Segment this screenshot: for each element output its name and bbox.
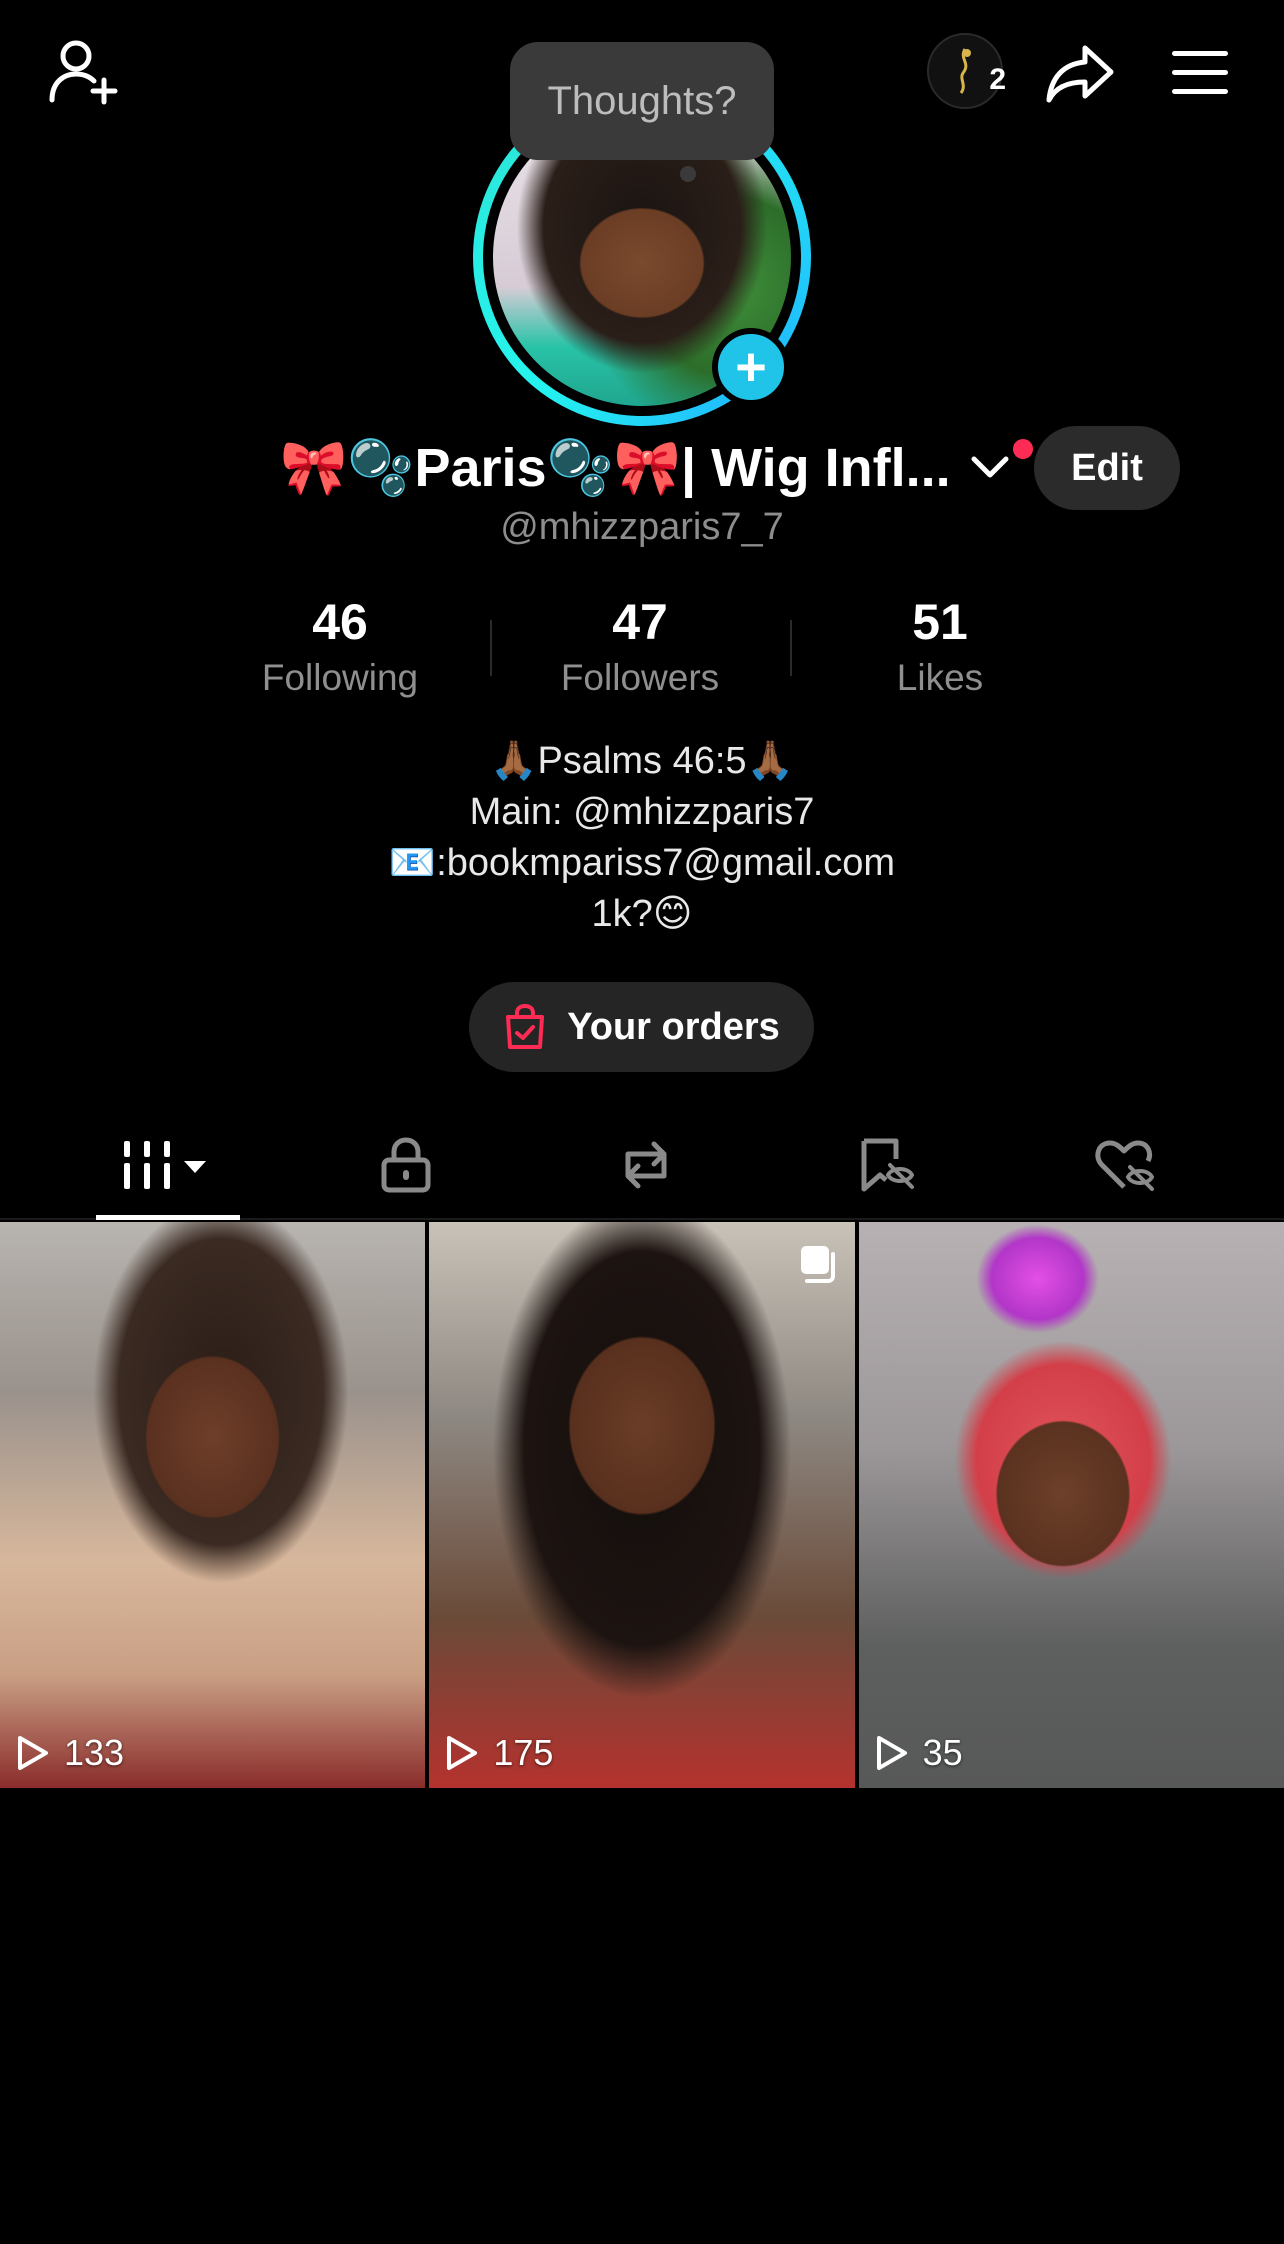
shopping-bag-icon bbox=[506, 1003, 545, 1049]
video-tile[interactable]: 175 bbox=[429, 1222, 855, 1788]
share-icon bbox=[1046, 45, 1114, 103]
video-tile[interactable]: 133 bbox=[0, 1222, 426, 1788]
repost-icon bbox=[625, 1141, 667, 1189]
display-name: 🎀🫧Paris🫧🎀| Wig Infl... bbox=[280, 437, 951, 498]
play-icon bbox=[18, 1736, 48, 1770]
menu-button[interactable] bbox=[1155, 28, 1245, 118]
bio-line[interactable]: Main: @mhizzparis7 bbox=[0, 787, 1284, 838]
thoughts-bubble-tail bbox=[680, 166, 696, 182]
add-friend-button[interactable] bbox=[40, 26, 130, 116]
multi-photo-icon bbox=[800, 1246, 835, 1283]
bio-line: 🙏🏾Psalms 46:5🙏🏾 bbox=[490, 740, 794, 782]
tab-favorites[interactable] bbox=[766, 1110, 1006, 1220]
stat-following[interactable]: 46 Following bbox=[190, 590, 490, 700]
tab-videos[interactable] bbox=[46, 1110, 286, 1220]
your-orders-button[interactable]: Your orders bbox=[469, 982, 814, 1072]
video-tile[interactable]: 35 bbox=[858, 1222, 1284, 1788]
plays-count: 133 bbox=[64, 1732, 125, 1773]
menu-icon bbox=[1172, 51, 1228, 94]
profile-stats: 46 Following 47 Followers 51 Likes bbox=[190, 590, 1090, 700]
notification-dot bbox=[1012, 439, 1033, 459]
bio: 🙏🏾Psalms 46:5🙏🏾 Main: @mhizzparis7 📧:boo… bbox=[0, 736, 1284, 940]
stat-label: Likes bbox=[896, 657, 984, 698]
badge-count: 2 bbox=[989, 63, 1007, 96]
stat-likes[interactable]: 51 Likes bbox=[790, 590, 1090, 700]
edit-label: Edit bbox=[1071, 446, 1143, 489]
username: @mhizzparis7_7 bbox=[500, 506, 784, 548]
tab-liked[interactable] bbox=[1006, 1110, 1246, 1220]
share-profile-button[interactable] bbox=[1035, 28, 1125, 118]
orders-label: Your orders bbox=[567, 1005, 780, 1048]
play-count: 133 bbox=[16, 1732, 124, 1774]
profile-screen: 2 + Thoughts? 🎀🫧Paris🫧🎀| Wig Infl... Edi… bbox=[0, 0, 1284, 2244]
thoughts-label: Thoughts? bbox=[547, 78, 737, 123]
tab-reposts[interactable] bbox=[526, 1110, 766, 1220]
stat-value: 47 bbox=[612, 594, 668, 650]
play-icon bbox=[876, 1736, 907, 1770]
badge-logo-icon: 2 bbox=[927, 33, 1006, 109]
heart-hidden-icon bbox=[1095, 1140, 1155, 1191]
play-count: 35 bbox=[875, 1732, 963, 1774]
edit-profile-button[interactable]: Edit bbox=[1034, 426, 1180, 510]
stat-label: Followers bbox=[560, 657, 720, 698]
bio-line: 1k?😊 bbox=[591, 893, 693, 935]
stat-value: 51 bbox=[912, 594, 968, 650]
tab-private[interactable] bbox=[286, 1110, 526, 1220]
add-story-plus-icon[interactable]: + bbox=[712, 328, 790, 406]
content-tabs bbox=[0, 1110, 1284, 1220]
plays-count: 35 bbox=[922, 1732, 963, 1773]
grid-icon bbox=[124, 1141, 206, 1189]
bio-line: 📧:bookmpariss7@gmail.com bbox=[388, 842, 896, 884]
play-count: 175 bbox=[445, 1732, 553, 1774]
stat-followers[interactable]: 47 Followers bbox=[490, 590, 790, 700]
account-switch-chevron-icon[interactable] bbox=[965, 439, 1033, 493]
plays-count: 175 bbox=[493, 1732, 554, 1773]
stat-label: Following bbox=[261, 657, 419, 698]
add-friend-icon bbox=[49, 40, 118, 105]
thoughts-bubble[interactable]: Thoughts? bbox=[510, 42, 774, 160]
lock-icon bbox=[381, 1137, 431, 1193]
profile-name-row[interactable]: 🎀🫧Paris🫧🎀| Wig Infl... bbox=[280, 420, 1033, 516]
creator-badge-button[interactable]: 2 bbox=[920, 26, 1010, 116]
video-grid: 133 175 35 bbox=[0, 1222, 1284, 1788]
stat-value: 46 bbox=[312, 594, 368, 650]
bookmark-hidden-icon bbox=[861, 1138, 915, 1192]
play-icon bbox=[447, 1736, 478, 1770]
